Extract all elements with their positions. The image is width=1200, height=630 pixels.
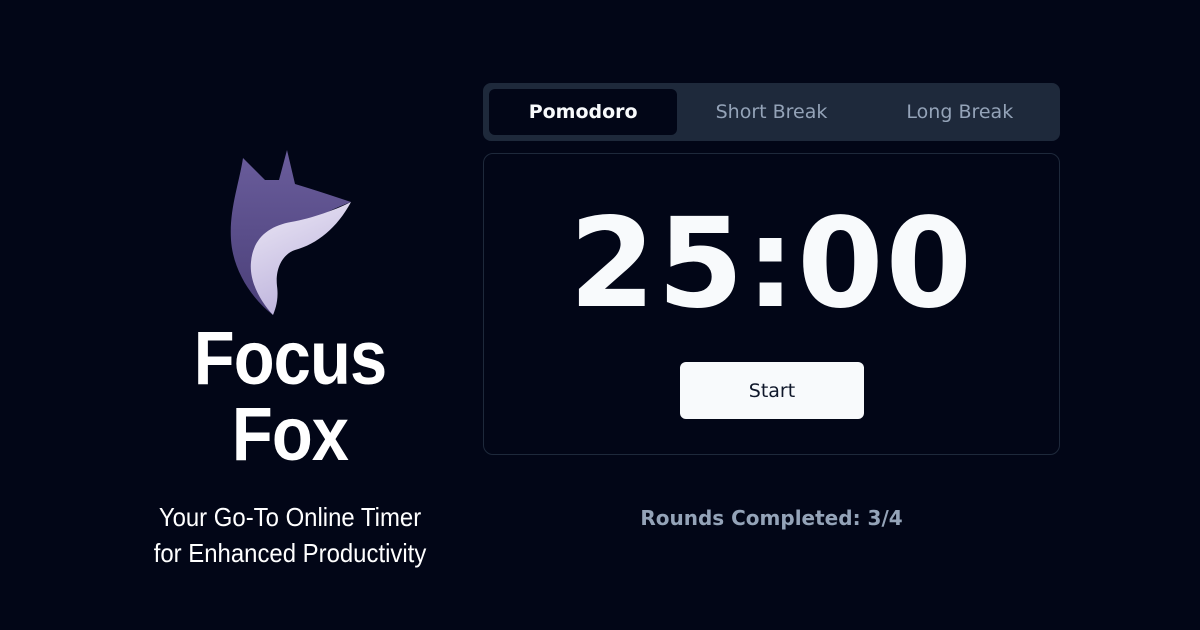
start-button[interactable]: Start bbox=[680, 362, 864, 419]
fox-head-icon bbox=[230, 150, 351, 315]
tab-long-break[interactable]: Long Break bbox=[866, 89, 1054, 135]
brand-name: Focus Fox bbox=[193, 316, 387, 477]
tab-pomodoro[interactable]: Pomodoro bbox=[489, 89, 678, 135]
mode-tabs: Pomodoro Short Break Long Break bbox=[483, 83, 1060, 141]
tagline-line-2: for Enhanced Productivity bbox=[153, 538, 427, 568]
rounds-completed: Rounds Completed: 3/4 bbox=[640, 506, 903, 530]
tab-short-break[interactable]: Short Break bbox=[677, 89, 865, 135]
tagline-line-1: Your Go-To Online Timer bbox=[158, 502, 422, 532]
timer-display: 25:00 bbox=[569, 192, 974, 336]
timer-card: 25:00 Start bbox=[483, 153, 1060, 455]
brand-section: Focus Fox Your Go-To Online Timer for En… bbox=[110, 150, 470, 571]
tagline: Your Go-To Online Timer for Enhanced Pro… bbox=[124, 499, 455, 571]
